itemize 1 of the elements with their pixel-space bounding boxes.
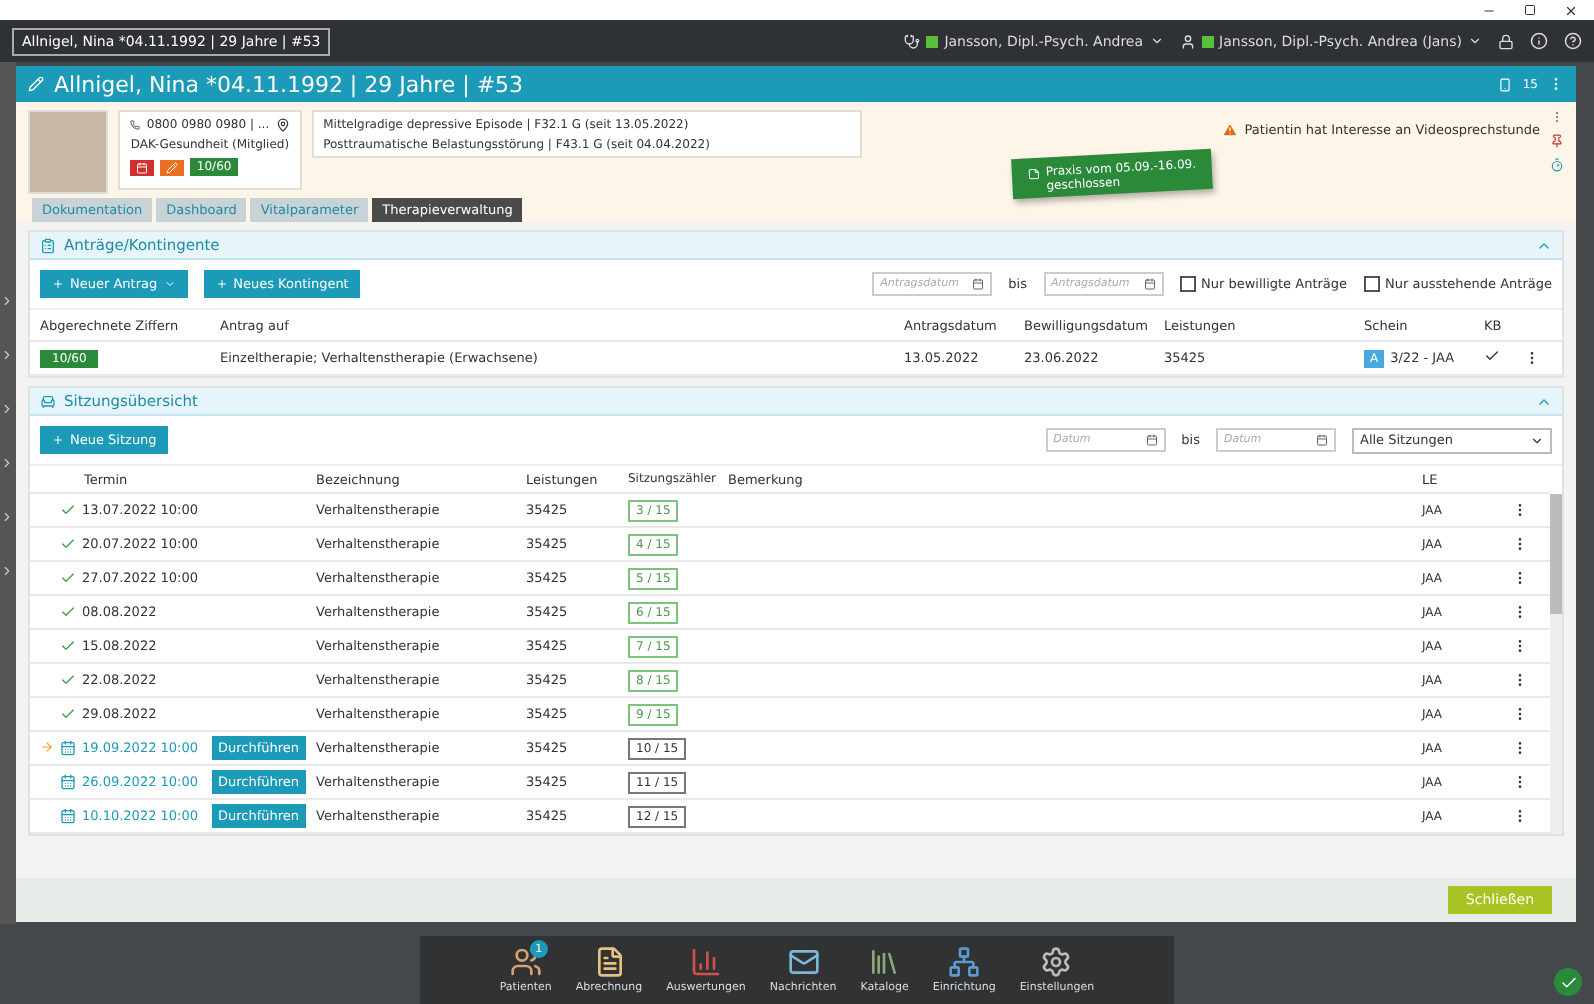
- patient-title: Allnigel, Nina *04.11.1992 | 29 Jahre | #53: [54, 71, 526, 97]
